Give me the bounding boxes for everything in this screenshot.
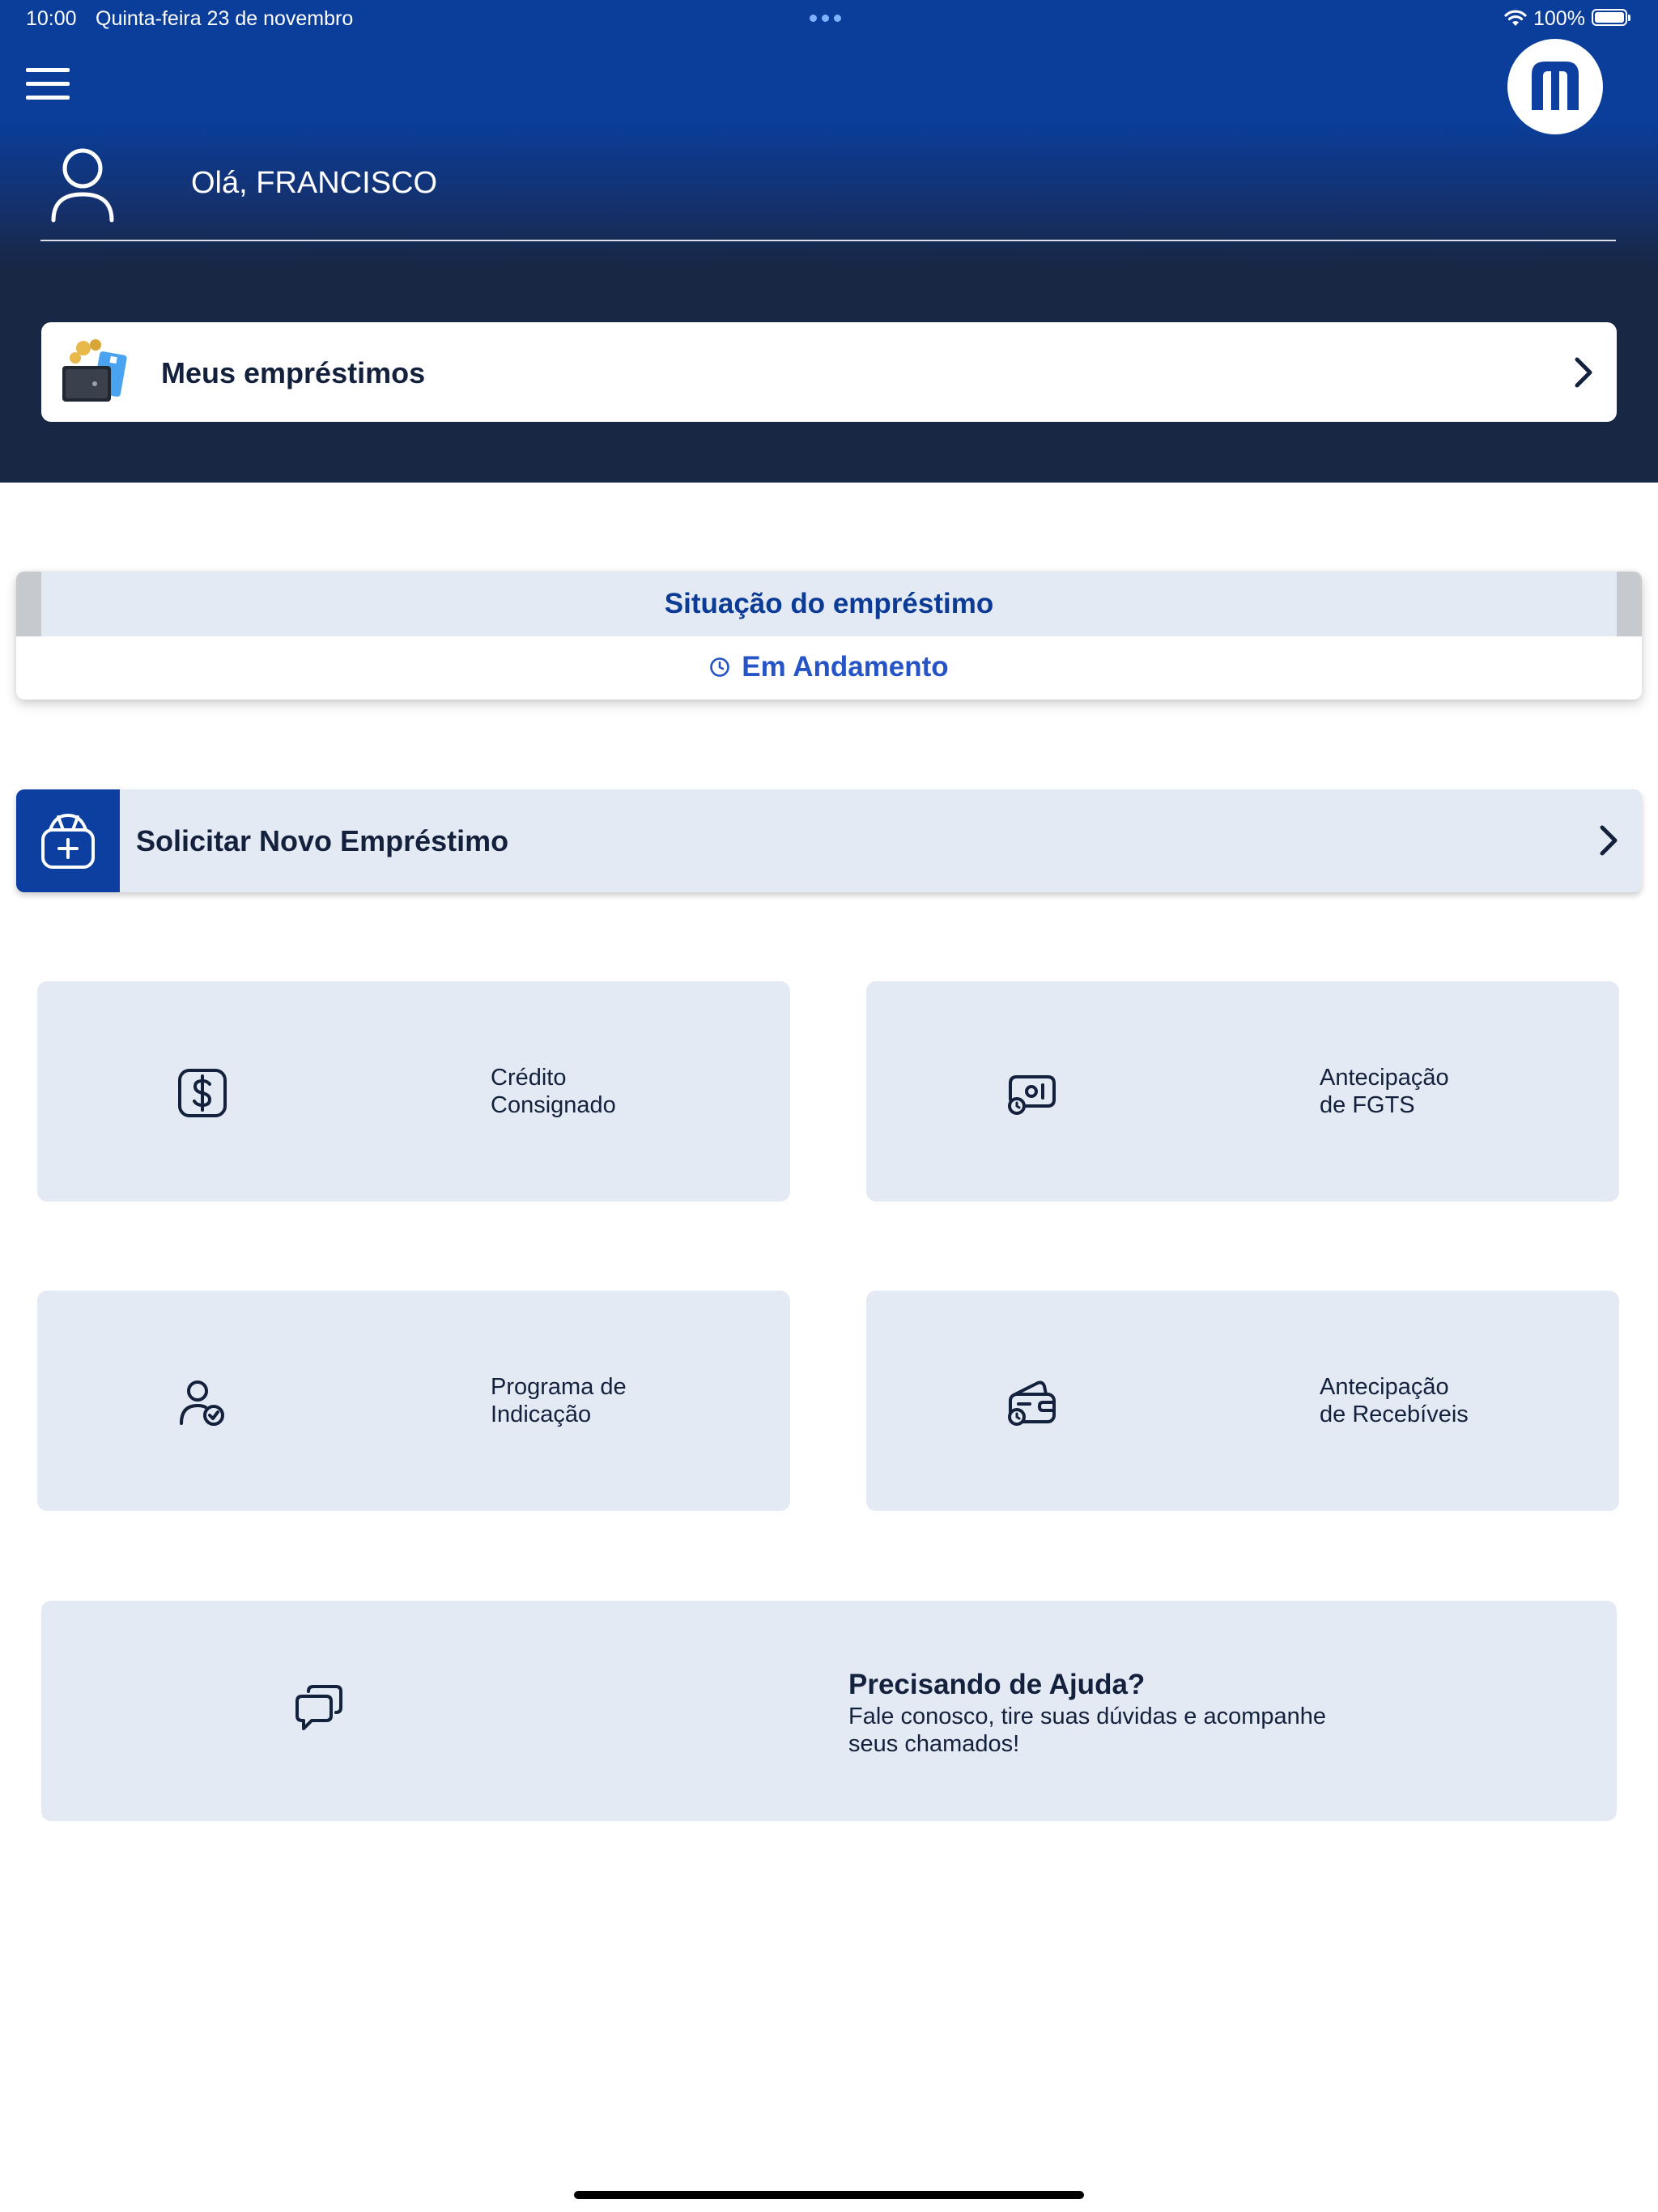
header-divider	[40, 240, 1616, 241]
tile-label: Crédito Consignado	[491, 1065, 616, 1118]
tile-antecipacao-recebiveis[interactable]: Antecipação de Recebíveis	[866, 1291, 1619, 1511]
request-new-loan-button[interactable]: Solicitar Novo Empréstimo	[16, 789, 1642, 892]
user-icon	[51, 148, 114, 223]
my-loans-button[interactable]: Meus empréstimos	[41, 322, 1617, 422]
battery-percent: 100%	[1533, 7, 1585, 30]
tile-antecipacao-fgts[interactable]: Antecipação de FGTS	[866, 981, 1619, 1202]
home-indicator[interactable]	[574, 2191, 1084, 2199]
dollar-icon	[178, 1069, 227, 1117]
chevron-right-icon	[1600, 825, 1618, 856]
new-loan-icon-box	[16, 789, 120, 892]
tile-label: Antecipação de FGTS	[1320, 1065, 1449, 1118]
brand-logo	[1507, 39, 1603, 134]
battery-icon	[1592, 9, 1630, 26]
chevron-right-icon	[1575, 357, 1592, 388]
user-check-icon	[180, 1380, 224, 1426]
menu-button[interactable]	[26, 68, 71, 100]
tile-credito-consignado[interactable]: Crédito Consignado	[37, 981, 790, 1202]
bag-plus-icon	[41, 813, 95, 869]
greeting: Olá, FRANCISCO	[191, 166, 438, 200]
help-title: Precisando de Ajuda?	[848, 1669, 1146, 1700]
tile-label: Antecipação de Recebíveis	[1320, 1374, 1469, 1427]
clock-icon	[710, 657, 730, 677]
brand-logo-icon	[1532, 62, 1579, 110]
loan-status-title: Situação do empréstimo	[664, 588, 994, 619]
loan-status-value-row: Em Andamento	[16, 651, 1642, 683]
my-loans-label: Meus empréstimos	[161, 356, 426, 389]
help-card[interactable]: Precisando de Ajuda? Fale conosco, tire …	[41, 1601, 1617, 1821]
loan-status-value: Em Andamento	[742, 651, 949, 683]
tile-label: Programa de Indicação	[491, 1374, 627, 1427]
chat-bubbles-icon	[295, 1685, 342, 1730]
tile-programa-indicacao[interactable]: Programa de Indicação	[37, 1291, 790, 1511]
status-time: 10:00	[26, 7, 77, 30]
help-text: Fale conosco, tire suas dúvidas e acompa…	[848, 1704, 1327, 1757]
wallet-cards-icon	[62, 339, 127, 402]
header: 10:00 Quinta-feira 23 de novembro 100% O…	[0, 0, 1658, 483]
request-new-loan-label: Solicitar Novo Empréstimo	[136, 824, 509, 857]
multitasking-dots-icon[interactable]	[810, 15, 841, 22]
wallet-clock-icon	[1008, 1380, 1056, 1426]
fgts-icon	[1008, 1075, 1056, 1115]
wifi-icon	[1504, 10, 1527, 26]
loan-status-card: Situação do empréstimo Em Andamento	[16, 572, 1642, 700]
status-bar: 10:00 Quinta-feira 23 de novembro 100%	[0, 0, 1658, 37]
status-date: Quinta-feira 23 de novembro	[96, 7, 354, 30]
